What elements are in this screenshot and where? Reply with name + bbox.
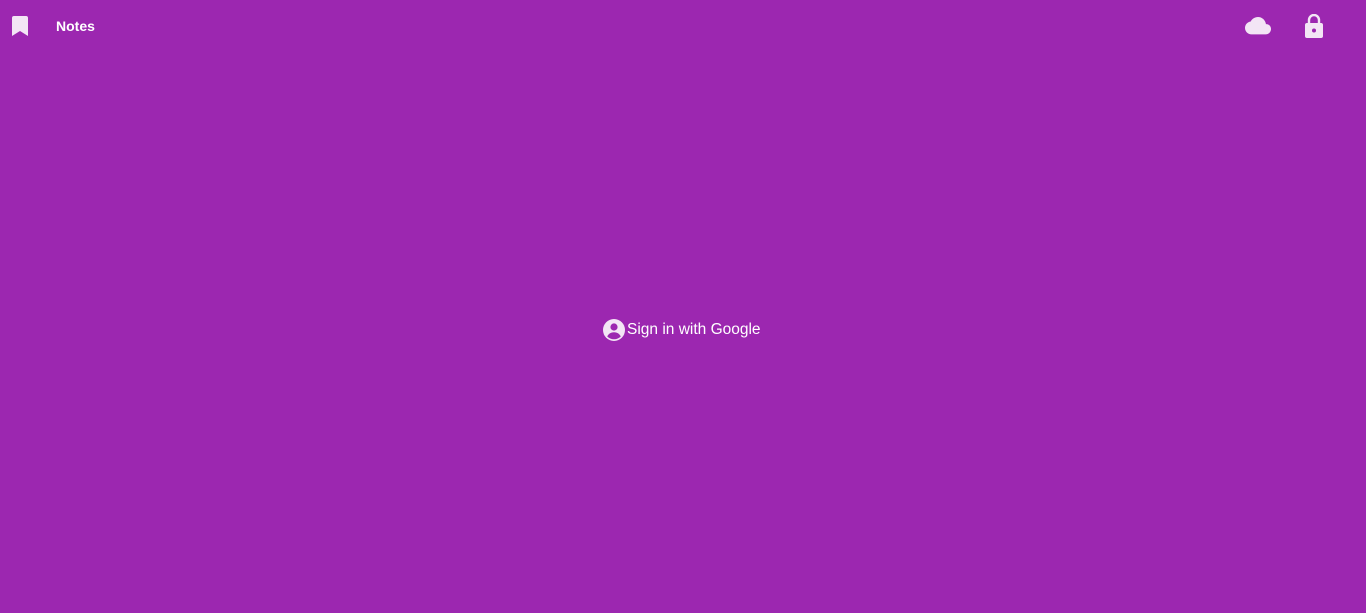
account-circle-icon	[602, 318, 626, 342]
cloud-sync-button[interactable]	[1244, 14, 1272, 38]
cloud-icon	[1245, 17, 1271, 35]
lock-button[interactable]	[1302, 13, 1326, 39]
app-title: Notes	[56, 18, 95, 34]
lock-icon	[1305, 14, 1323, 38]
top-app-bar: Notes	[0, 0, 1366, 52]
bookmark-button[interactable]	[8, 14, 32, 38]
sign-in-label: Sign in with Google	[627, 321, 761, 338]
bookmark-icon	[12, 16, 28, 36]
sign-in-with-google-button[interactable]: Sign in with Google	[602, 318, 761, 342]
